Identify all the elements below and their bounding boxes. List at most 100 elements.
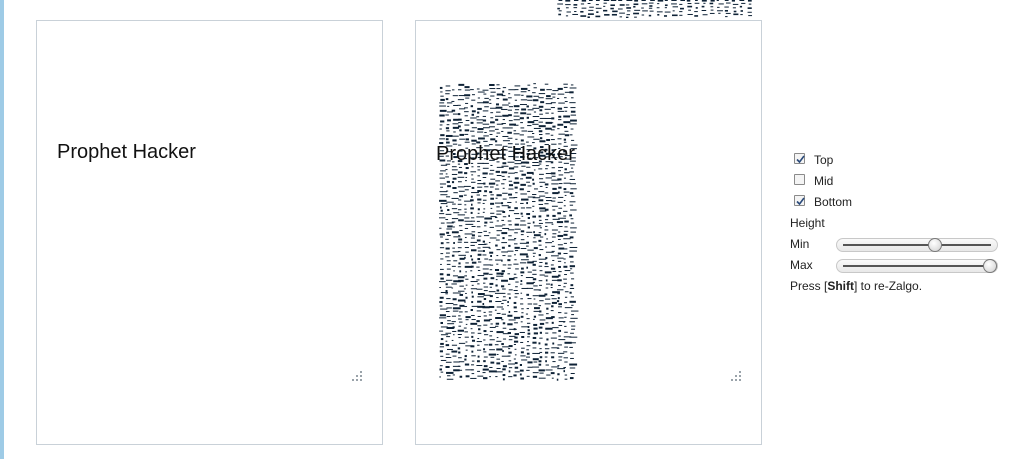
zalgo-mark [533, 361, 538, 363]
zalgo-mark [501, 260, 503, 262]
option-bottom[interactable]: Bottom [790, 192, 1015, 213]
zalgo-mark [546, 95, 551, 98]
zalgo-mark [464, 208, 467, 210]
option-top[interactable]: Top [790, 150, 1015, 171]
zalgo-mark [569, 123, 577, 125]
zalgo-mark [557, 306, 562, 308]
zalgo-mark [538, 121, 543, 123]
min-slider[interactable] [836, 238, 998, 252]
zalgo-mark [453, 270, 455, 272]
zalgo-mark [521, 336, 525, 339]
zalgo-mark [550, 172, 556, 175]
zalgo-mark [544, 117, 552, 119]
mid-checkbox[interactable] [794, 174, 805, 185]
zalgo-mark [447, 375, 451, 377]
zalgo-mark [563, 357, 568, 359]
zalgo-mark [558, 0, 563, 1]
zalgo-mark [470, 244, 475, 246]
zalgo-mark [570, 268, 573, 270]
zalgo-mark [483, 348, 486, 351]
zalgo-mark [452, 177, 457, 180]
zalgo-mark [488, 300, 492, 303]
zalgo-mark [439, 273, 444, 276]
zalgo-mark [508, 235, 512, 237]
zalgo-mark [482, 119, 487, 122]
zalgo-mark [580, 15, 587, 17]
zalgo-mark [440, 321, 443, 324]
zalgo-mark [748, 15, 753, 17]
zalgo-mark [558, 226, 563, 228]
zalgo-mark [513, 115, 520, 117]
zalgo-mark [544, 266, 549, 268]
zalgo-mark [507, 264, 512, 266]
zalgo-mark [533, 303, 538, 305]
bottom-checkbox[interactable] [794, 195, 805, 206]
zalgo-mark [551, 305, 554, 308]
zalgo-mark [672, 6, 679, 8]
zalgo-mark [507, 267, 511, 269]
zalgo-mark [445, 138, 449, 141]
zalgo-mark [563, 106, 568, 108]
zalgo-mark [471, 94, 475, 96]
zalgo-mark [457, 214, 466, 216]
zalgo-mark [569, 91, 574, 94]
resize-grip-icon[interactable] [351, 370, 363, 382]
zalgo-mark [556, 221, 564, 224]
zalgo-mark [502, 127, 509, 129]
zalgo-mark [558, 166, 563, 168]
zalgo-mark [439, 301, 443, 304]
zalgo-mark [440, 98, 445, 101]
min-slider-thumb[interactable] [927, 238, 942, 252]
zalgo-mark [563, 126, 568, 129]
zalgo-mark [556, 347, 560, 349]
zalgo-mark [482, 167, 489, 169]
zalgo-mark [451, 254, 455, 257]
input-textarea[interactable]: Prophet Hacker [36, 20, 383, 445]
zalgo-mark [477, 253, 482, 256]
zalgo-mark [533, 231, 535, 234]
zalgo-mark [563, 367, 566, 369]
zalgo-mark [440, 242, 444, 245]
zalgo-mark [519, 134, 524, 136]
zalgo-mark [679, 11, 683, 13]
zalgo-mark [439, 138, 446, 140]
zalgo-mark [558, 231, 561, 233]
zalgo-mark [564, 110, 568, 112]
zalgo-mark [513, 277, 518, 279]
zalgo-mark [470, 105, 474, 108]
zalgo-mark [452, 123, 459, 125]
output-textarea[interactable]: Prophet Hacker [415, 20, 762, 445]
zalgo-mark [519, 188, 524, 191]
zalgo-mark [457, 209, 462, 211]
zalgo-mark [552, 361, 556, 363]
max-slider-thumb[interactable] [983, 259, 997, 273]
zalgo-mark [521, 108, 527, 111]
zalgo-mark [533, 188, 538, 190]
zalgo-mark [440, 253, 444, 255]
zalgo-mark [564, 307, 573, 309]
zalgo-mark [489, 376, 491, 378]
zalgo-mark [514, 85, 521, 87]
zalgo-mark [507, 314, 513, 317]
zalgo-mark [557, 212, 562, 215]
zalgo-mark [514, 371, 520, 373]
zalgo-mark [580, 10, 584, 13]
zalgo-mark [687, 3, 692, 5]
zalgo-mark [446, 180, 450, 183]
zalgo-mark [569, 178, 576, 180]
zalgo-mark [459, 304, 465, 307]
zalgo-mark [489, 286, 493, 288]
zalgo-mark [513, 328, 516, 331]
zalgo-mark [514, 172, 518, 174]
zalgo-mark [527, 84, 531, 86]
zalgo-mark [452, 139, 457, 142]
zalgo-mark [445, 252, 450, 254]
zalgo-mark [457, 276, 465, 279]
resize-grip-icon[interactable] [730, 370, 742, 382]
zalgo-mark [569, 236, 574, 239]
option-mid[interactable]: Mid [790, 171, 1015, 192]
zalgo-mark [451, 339, 454, 341]
zalgo-mark [502, 264, 507, 266]
top-checkbox[interactable] [794, 153, 805, 164]
max-slider[interactable] [836, 259, 998, 273]
